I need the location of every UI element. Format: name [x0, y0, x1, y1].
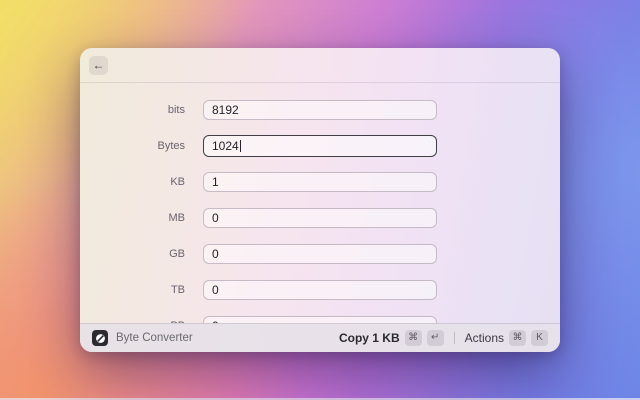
k-key-icon[interactable]: K — [531, 330, 548, 346]
slashed-circle-glyph — [95, 333, 105, 343]
footer-actions: Copy 1 KB ⌘ ↵ Actions ⌘ K — [339, 330, 548, 346]
footer-app: Byte Converter — [92, 330, 193, 346]
footer-divider — [453, 332, 455, 344]
field-label: Bytes — [157, 140, 185, 152]
back-arrow-icon: ← — [92, 57, 105, 72]
field-row: PB 0 — [80, 316, 560, 323]
byte-converter-icon — [92, 330, 108, 346]
field-row: KB 1 — [80, 172, 560, 192]
field-value: 1 — [212, 175, 219, 189]
return-key-icon[interactable]: ↵ — [426, 330, 444, 346]
field-label: GB — [169, 248, 185, 260]
field-row: Bytes 1024 — [80, 135, 560, 157]
field-row: MB 0 — [80, 208, 560, 228]
field-label: bits — [167, 104, 185, 116]
field-label: TB — [170, 284, 185, 296]
field-input[interactable]: 0 — [203, 316, 437, 323]
primary-action-button[interactable]: Copy 1 KB — [339, 331, 400, 345]
cmd-key-icon[interactable]: ⌘ — [509, 330, 526, 346]
action-bar: Byte Converter Copy 1 KB ⌘ ↵ Actions ⌘ K — [80, 323, 560, 352]
field-row: bits 8192 — [80, 100, 560, 120]
footer-app-name: Byte Converter — [116, 332, 193, 344]
field-input[interactable]: 0 — [203, 244, 437, 264]
actions-menu-button[interactable]: Actions — [465, 331, 504, 345]
back-button[interactable]: ← — [89, 55, 108, 75]
field-input[interactable]: 1 — [203, 172, 437, 192]
cmd-key-icon[interactable]: ⌘ — [404, 330, 422, 346]
field-row: TB 0 — [80, 280, 560, 300]
field-value: 0 — [212, 247, 219, 261]
field-value: 1024 — [212, 139, 239, 153]
field-input[interactable]: 0 — [203, 208, 437, 228]
field-input[interactable]: 0 — [203, 280, 437, 300]
field-value: 0 — [212, 283, 219, 297]
field-label: MB — [168, 212, 186, 224]
field-label: KB — [170, 176, 185, 188]
byte-converter-window: ← bits 8192 Bytes 1024 KB 1 MB 0 GB 0 TB… — [80, 48, 560, 352]
converter-form: bits 8192 Bytes 1024 KB 1 MB 0 GB 0 TB 0 — [80, 83, 560, 323]
field-input[interactable]: 1024 — [203, 135, 437, 157]
field-value: 8192 — [212, 103, 239, 117]
field-row: GB 0 — [80, 244, 560, 264]
field-input[interactable]: 8192 — [203, 100, 437, 120]
window-header: ← — [80, 48, 560, 83]
text-caret — [239, 140, 241, 152]
field-value: 0 — [212, 211, 219, 225]
